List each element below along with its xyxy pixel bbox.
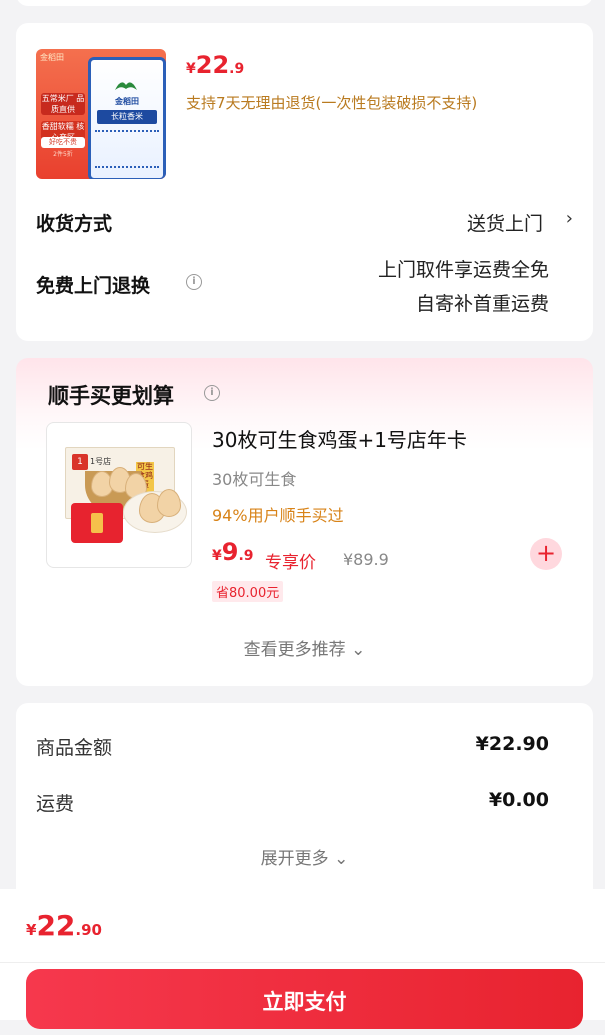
free-return-label: 免费上门退换 (36, 275, 151, 297)
price-symbol: ¥ (212, 548, 222, 564)
add-to-order-button[interactable]: + (530, 538, 562, 570)
brand-text: 1号店 (90, 457, 112, 466)
free-return-line1: 上门取件享运费全免 (377, 259, 549, 281)
recommended-item-name[interactable]: 30枚可生食鸡蛋+1号店年卡 (212, 424, 467, 453)
original-price: ¥89.9 (343, 550, 389, 569)
previous-card-edge (16, 0, 593, 6)
recommendation-card: 顺手买更划算 i 1 1号店 可生食鸡蛋 30枚可生食鸡蛋+1号店年卡 30枚可… (16, 358, 593, 686)
delivery-method-label: 收货方式 (36, 213, 113, 235)
bag-brand: 金稻田 (115, 97, 139, 106)
exclusive-price-tag: 专享价 (265, 553, 316, 573)
shipping-fee-value: ¥0.00 (488, 789, 549, 811)
delivery-method-value[interactable]: 送货上门 (467, 209, 543, 236)
price-integer: 22 (195, 51, 230, 79)
recommended-item-subtitle: 30枚可生食 (212, 470, 297, 489)
member-card-graphic (71, 503, 123, 543)
info-icon[interactable]: i (204, 385, 220, 401)
product-image[interactable]: 金稻田 五常米厂 品质直供 香甜软糯 核心产区 好吃不贵 2件5折 金稻田 长粒… (36, 49, 166, 179)
chevron-right-icon[interactable]: › (566, 208, 573, 229)
bag-band: 长粒香米 (97, 110, 157, 124)
price-symbol: ¥ (26, 921, 37, 939)
price-integer: 9 (221, 538, 239, 566)
egg-graphic (157, 489, 181, 517)
product-card: 金稻田 五常米厂 品质直供 香甜软糯 核心产区 好吃不贵 2件5折 金稻田 长粒… (16, 23, 593, 341)
product-image-brand: 金稻田 (40, 53, 64, 62)
return-policy-note: 支持7天无理由退货(一次性包装破损不支持) (186, 94, 478, 112)
checkout-bar: ¥22.90 立即支付 (0, 889, 605, 1029)
recommended-item-stat: 94%用户顺手买过 (212, 506, 344, 525)
product-price: ¥22.9 (186, 51, 244, 79)
total-price: ¥22.90 (26, 909, 102, 942)
product-image-tag: 2件5折 (53, 151, 73, 158)
price-integer: 22 (36, 909, 76, 942)
recommendation-title: 顺手买更划算 (48, 384, 174, 408)
recommended-item-image[interactable]: 1 1号店 可生食鸡蛋 (46, 422, 192, 568)
bag-pattern (95, 130, 159, 168)
goods-amount-label: 商品金额 (36, 737, 113, 759)
crane-logo-icon (115, 82, 137, 90)
pay-now-button[interactable]: 立即支付 (26, 969, 583, 1029)
expand-more-link[interactable]: 展开更多 ⌄ (16, 844, 593, 869)
product-image-tag: 好吃不贵 (41, 137, 85, 148)
price-symbol: ¥ (186, 61, 196, 77)
price-decimal: .9 (229, 61, 245, 77)
free-return-line2: 自寄补首重运费 (415, 293, 549, 315)
info-icon[interactable]: i (186, 274, 202, 290)
shipping-fee-label: 运费 (36, 793, 75, 815)
recommended-item-price: ¥9.9 (212, 538, 254, 566)
brand-mark: 1 (72, 454, 88, 470)
saving-badge: 省80.00元 (212, 581, 284, 602)
price-summary-card: 商品金额 ¥22.90 运费 ¥0.00 展开更多 ⌄ (16, 703, 593, 903)
product-image-tag: 五常米厂 品质直供 (41, 93, 85, 115)
rice-bag-graphic: 金稻田 长粒香米 (88, 57, 166, 179)
divider (0, 962, 605, 963)
price-decimal: .90 (75, 921, 102, 939)
price-decimal: .9 (238, 548, 254, 564)
more-recommendations-link[interactable]: 查看更多推荐 ⌄ (16, 635, 593, 660)
goods-amount-value: ¥22.90 (475, 733, 549, 755)
